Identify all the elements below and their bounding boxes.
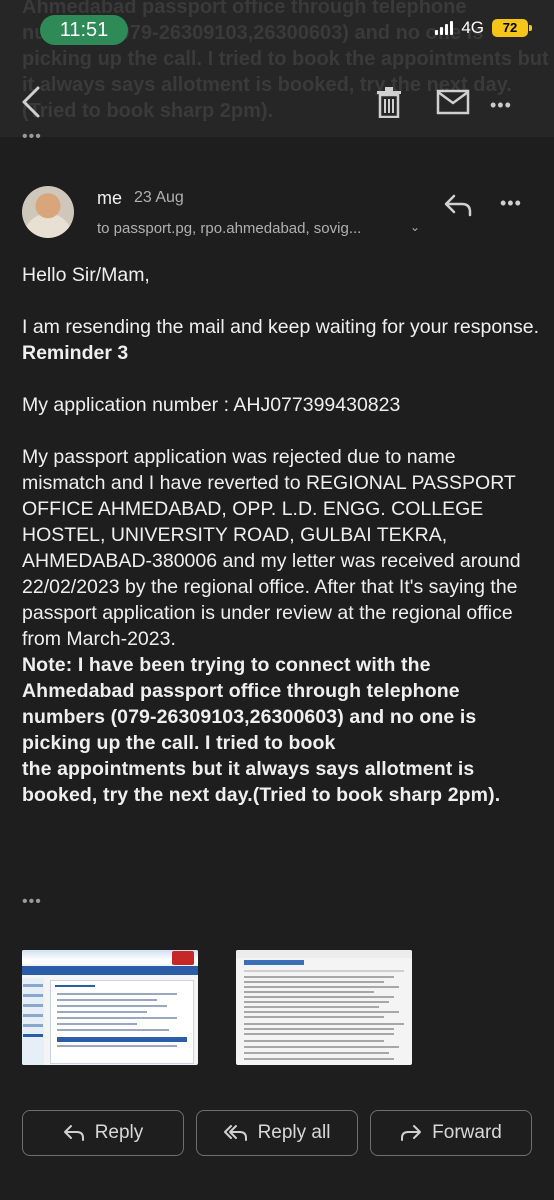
battery-icon: 72 (492, 19, 532, 37)
note-paragraph-1: Note: I have been trying to connect with… (22, 654, 477, 754)
greeting: Hello Sir/Mam, (22, 264, 150, 286)
trash-icon (377, 87, 401, 119)
reminder-paragraph: I am resending the mail and keep waiting… (22, 314, 542, 366)
reminder-text: I am resending the mail and keep waiting… (22, 316, 540, 338)
note-paragraph-2: the appointments but it always says allo… (22, 758, 501, 806)
forward-button[interactable]: Forward (370, 1110, 532, 1156)
delete-button[interactable] (375, 86, 403, 119)
reply-label: Reply (94, 1122, 144, 1143)
chevron-down-icon[interactable]: ⌄ (410, 220, 420, 234)
back-button[interactable] (18, 84, 48, 120)
top-app-bar: Ahmedabad passport office through teleph… (0, 0, 554, 137)
rejection-paragraph: My passport application was rejected due… (22, 446, 521, 650)
show-trimmed-content-icon[interactable]: ••• (22, 893, 42, 911)
status-time: 11:51 (40, 15, 128, 45)
recipients-line[interactable]: to passport.pg, rpo.ahmedabad, sovig... (97, 220, 361, 237)
application-number: My application number : AHJ077399430823 (22, 394, 401, 416)
attachment-thumbnail-2[interactable] (236, 950, 412, 1065)
reminder-label: Reminder 3 (22, 342, 129, 364)
reply-icon (63, 1125, 84, 1141)
status-indicators: 4G 72 (435, 18, 532, 38)
mark-unread-button[interactable] (436, 89, 470, 115)
message-body: Hello Sir/Mam, I am resending the mail a… (22, 262, 542, 808)
back-arrow-icon (22, 86, 40, 118)
forward-icon (401, 1125, 422, 1141)
forward-label: Forward (432, 1122, 502, 1143)
network-type: 4G (461, 18, 484, 37)
more-vertical-icon[interactable]: • • • (490, 95, 511, 116)
avatar[interactable] (22, 186, 74, 238)
sender-name: me (97, 188, 123, 208)
show-quoted-text-icon[interactable]: ••• (22, 128, 42, 146)
reply-button[interactable]: Reply (22, 1110, 184, 1156)
reply-arrow-icon[interactable] (444, 193, 472, 217)
reply-all-label: Reply all (257, 1122, 331, 1143)
more-options-icon[interactable]: • • • (500, 193, 521, 214)
signal-icon (435, 21, 454, 35)
message-date: 23 Aug (134, 189, 184, 206)
reply-all-icon (223, 1125, 247, 1141)
reply-all-button[interactable]: Reply all (196, 1110, 358, 1156)
attachment-thumbnail-1[interactable] (22, 950, 198, 1065)
envelope-icon (436, 89, 470, 115)
